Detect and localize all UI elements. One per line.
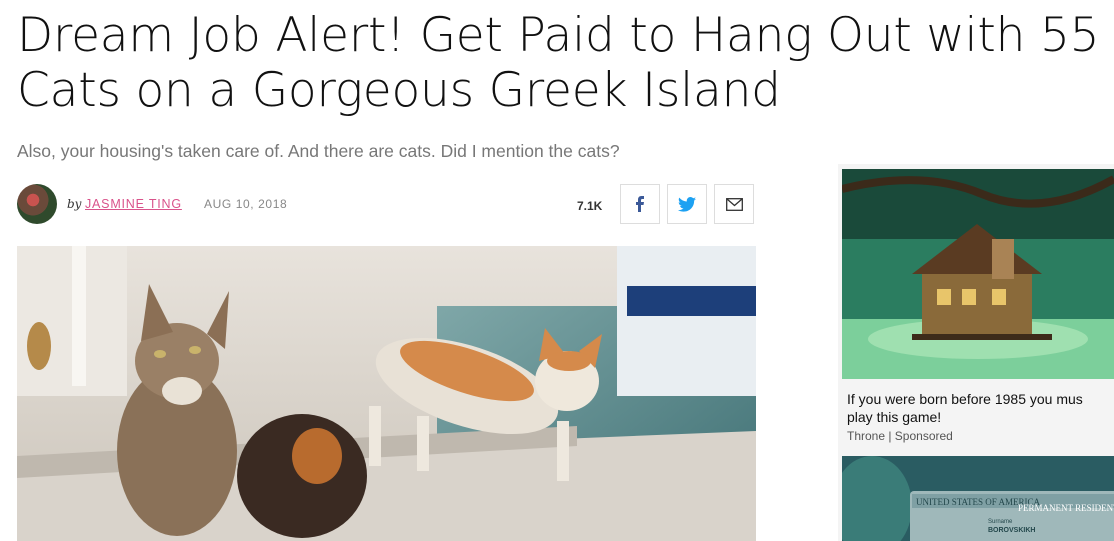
ad-title[interactable]: If you were born before 1985 you mus pla… (847, 390, 1114, 426)
article-headline: Dream Job Alert! Get Paid to Hang Out wi… (17, 8, 1107, 118)
ad-title-line-1: If you were born before 1985 you mus (847, 391, 1083, 407)
ad-title-line-2: play this game! (847, 409, 942, 425)
hero-image (17, 246, 756, 541)
facebook-share-button[interactable] (620, 184, 660, 224)
green-card-surname-label: Surname (988, 519, 1013, 525)
cats-photo (17, 246, 756, 541)
twitter-icon (678, 196, 696, 212)
ad-image-treehouse[interactable] (842, 169, 1114, 379)
email-share-button[interactable] (714, 184, 754, 224)
facebook-icon (636, 196, 644, 212)
byline-prefix: by (67, 197, 82, 211)
author-link[interactable]: JASMINE TING (85, 197, 182, 211)
green-card-type: PERMANENT RESIDENT (1018, 503, 1114, 513)
headline-line-2: Cats on a Gorgeous Greek Island (17, 63, 781, 118)
publish-date: AUG 10, 2018 (204, 197, 288, 211)
article-dek: Also, your housing's taken care of. And … (17, 141, 620, 161)
sidebar-ad[interactable]: If you were born before 1985 you mus pla… (838, 164, 1114, 541)
twitter-share-button[interactable] (667, 184, 707, 224)
green-card-surname: BOROVSKIKH (988, 527, 1035, 534)
headline-line-1: Dream Job Alert! Get Paid to Hang Out wi… (17, 8, 1100, 63)
email-icon (725, 197, 743, 211)
byline-row: by JASMINE TING AUG 10, 2018 7.1K (17, 184, 756, 226)
author-avatar[interactable] (17, 184, 57, 224)
ad-sponsor: Throne | Sponsored (847, 429, 953, 443)
share-count: 7.1K (577, 199, 603, 213)
ad-image-green-card[interactable]: UNITED STATES OF AMERICA PERMANENT RESID… (842, 456, 1114, 541)
